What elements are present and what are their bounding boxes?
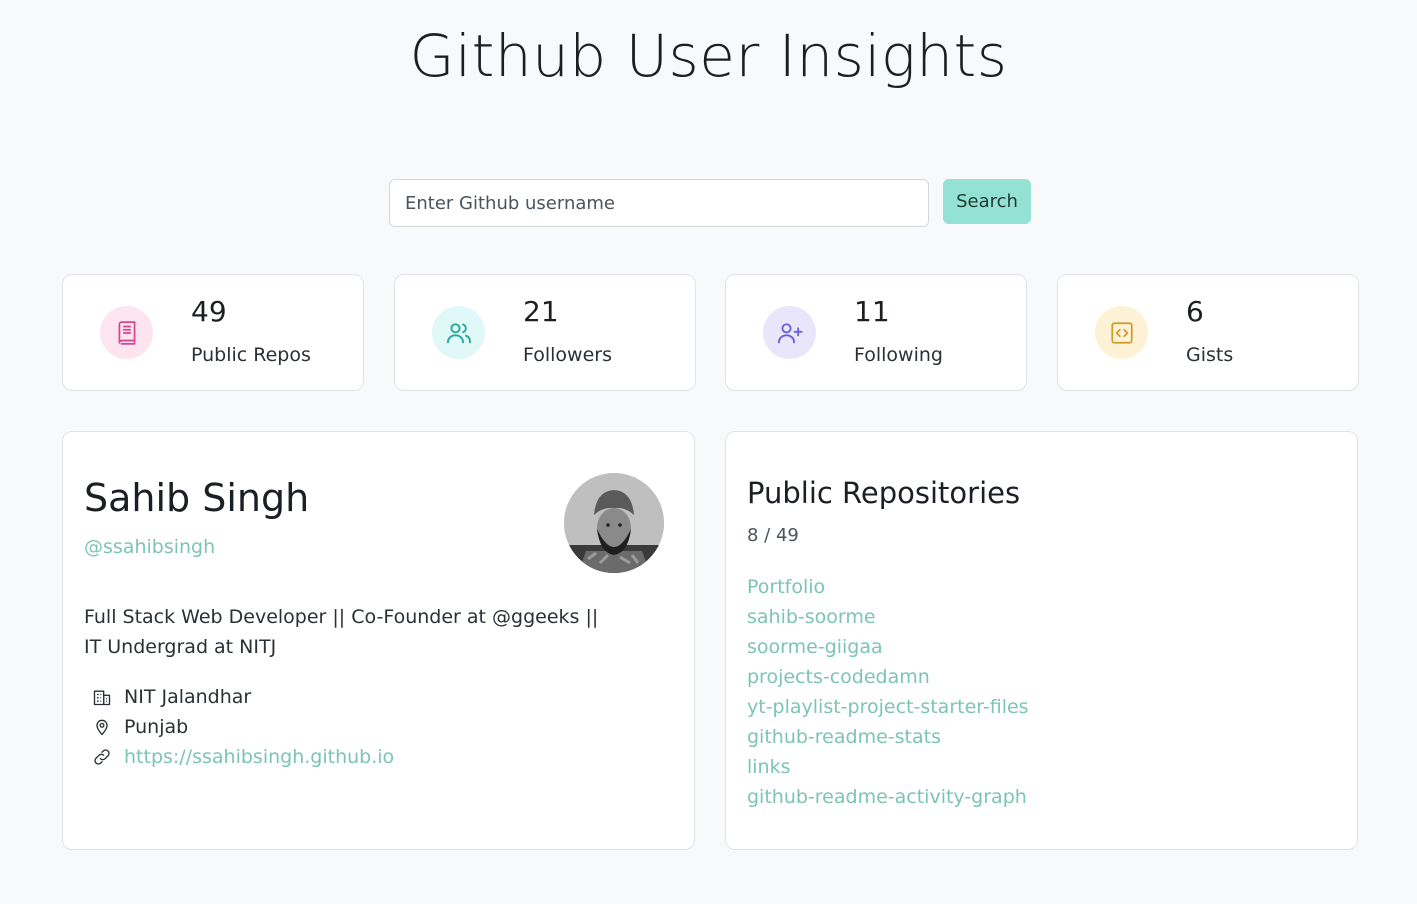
repo-link[interactable]: Portfolio <box>747 572 1029 602</box>
repo-link[interactable]: soorme-giigaa <box>747 632 1029 662</box>
stat-value: 11 <box>854 295 890 328</box>
stat-label: Following <box>854 344 943 366</box>
stat-card-followers: 21 Followers <box>394 274 696 391</box>
repo-link[interactable]: sahib-soorme <box>747 602 1029 632</box>
repos-count: 8 / 49 <box>747 525 799 546</box>
search-input[interactable]: Enter Github username <box>389 179 929 227</box>
repos-title: Public Repositories <box>747 476 1021 510</box>
repo-link[interactable]: github-readme-stats <box>747 722 1029 752</box>
profile-bio: Full Stack Web Developer || Co-Founder a… <box>84 606 599 658</box>
profile-card: Sahib Singh @ssahibsingh Full Stack Web … <box>62 431 695 850</box>
repos-card: Public Repositories 8 / 49 Portfolio sah… <box>725 431 1358 850</box>
repo-link[interactable]: yt-playlist-project-starter-files <box>747 692 1029 722</box>
stat-card-gists: 6 Gists <box>1057 274 1359 391</box>
stat-label: Followers <box>523 344 612 366</box>
stat-card-following: 11 Following <box>725 274 1027 391</box>
stat-value: 49 <box>191 295 227 328</box>
repo-link[interactable]: projects-codedamn <box>747 662 1029 692</box>
website-link[interactable]: https://ssahibsingh.github.io <box>124 746 394 768</box>
location-row: Punjab <box>91 716 188 738</box>
user-plus-icon <box>763 306 816 359</box>
book-icon <box>100 306 153 359</box>
stat-label: Public Repos <box>191 344 311 366</box>
link-icon <box>91 746 113 768</box>
stat-value: 21 <box>523 295 559 328</box>
company-text: NIT Jalandhar <box>124 686 252 708</box>
users-icon <box>432 306 485 359</box>
stat-label: Gists <box>1186 344 1234 366</box>
profile-name: Sahib Singh <box>84 476 310 520</box>
repo-link[interactable]: links <box>747 752 1029 782</box>
stat-value: 6 <box>1186 295 1204 328</box>
website-row: https://ssahibsingh.github.io <box>91 746 394 768</box>
location-pin-icon <box>91 716 113 738</box>
page-title: Github User Insights <box>409 22 1008 90</box>
stat-card-repos: 49 Public Repos <box>62 274 364 391</box>
search-placeholder: Enter Github username <box>405 192 615 214</box>
building-icon <box>91 686 113 708</box>
search-button[interactable]: Search <box>943 179 1031 224</box>
location-text: Punjab <box>124 716 189 738</box>
avatar <box>564 473 664 573</box>
code-icon <box>1095 306 1148 359</box>
repo-link[interactable]: github-readme-activity-graph <box>747 782 1029 812</box>
profile-handle[interactable]: @ssahibsingh <box>84 536 215 558</box>
repo-list: Portfolio sahib-soorme soorme-giigaa pro… <box>747 572 1029 812</box>
company-row: NIT Jalandhar <box>91 686 251 708</box>
